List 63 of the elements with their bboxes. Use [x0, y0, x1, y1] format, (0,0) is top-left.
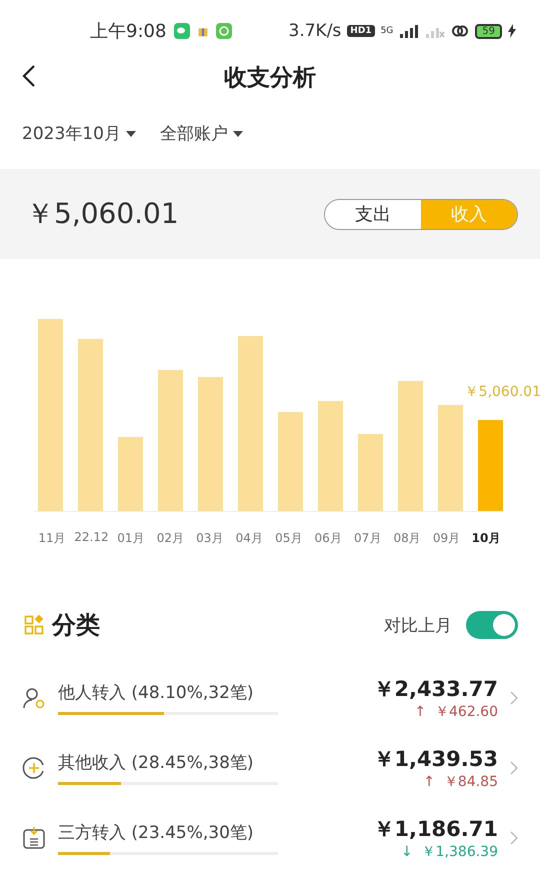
caret-icon	[126, 130, 136, 136]
caret-icon	[232, 130, 243, 136]
section-title: 分类	[52, 610, 100, 641]
category-amount: ￥2,433.77	[373, 676, 498, 703]
charging-icon	[508, 24, 516, 38]
chart-bar[interactable]	[438, 405, 463, 511]
month-label: 09月	[432, 530, 462, 547]
category-row[interactable]: 其他收入 (28.45%,38笔) ￥1,439.53 ↑ ￥84.85	[0, 733, 540, 803]
month-label: 04月	[234, 530, 264, 547]
chat-app-icon	[174, 23, 190, 39]
compare-toggle[interactable]	[466, 611, 518, 639]
category-name: 其他收入 (28.45%,38笔)	[58, 752, 255, 774]
filter-dropdown[interactable]: 全部账户	[160, 122, 243, 145]
chart-bar[interactable]	[78, 339, 103, 511]
month-label: 02月	[156, 530, 185, 547]
category-name: 三方转入 (23.45%,30笔)	[58, 822, 255, 844]
hd-badge: HD1	[347, 25, 375, 37]
document-icon	[22, 826, 46, 850]
category-row[interactable]: 他人转入 (48.10%,32笔) ￥2,433.77 ↑ ￥462.60	[0, 663, 540, 733]
network-speed: 3.7K/s	[288, 21, 342, 41]
month-label: 10月	[470, 530, 502, 547]
month-label: 01月	[116, 530, 146, 547]
month-label: 22.12	[73, 530, 110, 546]
chevron-icon	[510, 831, 518, 845]
category-amount: ￥1,186.71	[373, 816, 498, 843]
month-label: 06月	[314, 530, 343, 547]
battery-level: 59	[475, 24, 502, 38]
signal-icon	[399, 24, 420, 38]
month-label: 08月	[392, 530, 422, 547]
compare-label: 对比上月	[384, 614, 452, 636]
category-row[interactable]: 三方转入 (23.45%,30笔) ￥1,186.71 ↓ ￥1,386.39	[0, 803, 540, 873]
month-label: 05月	[274, 530, 304, 547]
total-amount: ￥5,060.01	[26, 196, 179, 232]
page-title: 收支分析	[224, 64, 316, 92]
chevron-icon	[510, 691, 518, 705]
chart-bar[interactable]	[158, 370, 183, 511]
category-name: 他人转入 (48.10%,32笔)	[58, 682, 255, 704]
month-label: 07月	[352, 530, 382, 547]
filter-dropdown[interactable]: 2023年10月	[22, 122, 136, 145]
chart-bar[interactable]	[198, 377, 223, 511]
month-label: 11月	[37, 530, 67, 547]
chevron-icon	[510, 761, 518, 775]
chart-bar[interactable]	[278, 412, 303, 511]
change-amount: ↓ ￥1,386.39	[401, 843, 498, 861]
chart-bar[interactable]	[398, 381, 423, 511]
month-label: 03月	[195, 530, 224, 547]
chart-bar[interactable]	[478, 420, 503, 511]
category-icon	[24, 615, 44, 635]
status-time: 上午9:08	[90, 20, 166, 43]
change-amount: ↑ ￥84.85	[423, 773, 498, 791]
chart-bar[interactable]	[358, 434, 383, 511]
chart-bar[interactable]	[118, 437, 143, 511]
category-amount: ￥1,439.53	[373, 746, 498, 773]
change-amount: ↑ ￥462.60	[414, 703, 498, 721]
link-icon	[451, 24, 470, 38]
chart-bar[interactable]	[238, 336, 263, 511]
chart-bar[interactable]	[318, 401, 343, 511]
network-type: 5G	[380, 26, 394, 36]
chart-bar[interactable]	[38, 319, 63, 511]
robot-app-icon	[216, 23, 232, 39]
value-label: ￥5,060.01	[464, 383, 540, 401]
plus-circle-icon	[22, 756, 46, 780]
person-icon	[22, 686, 46, 710]
